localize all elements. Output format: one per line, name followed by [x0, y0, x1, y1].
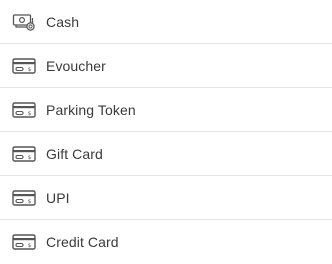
- card-icon: $: [12, 100, 36, 120]
- payment-method-list: Cash $ Evoucher $ Parking Token $ Gift C…: [0, 0, 332, 264]
- payment-method-label: Cash: [46, 13, 80, 30]
- payment-method-credit-card[interactable]: $ Credit Card: [0, 220, 332, 264]
- card-icon: $: [12, 232, 36, 252]
- card-icon: $: [12, 56, 36, 76]
- cash-icon: [12, 12, 36, 32]
- payment-method-label: Evoucher: [46, 57, 106, 74]
- svg-text:$: $: [28, 243, 32, 249]
- svg-text:$: $: [28, 67, 32, 73]
- svg-text:$: $: [28, 111, 32, 117]
- payment-method-label: Gift Card: [46, 145, 103, 162]
- payment-method-cash[interactable]: Cash: [0, 0, 332, 44]
- payment-method-parking-token[interactable]: $ Parking Token: [0, 88, 332, 132]
- payment-method-label: Parking Token: [46, 101, 136, 118]
- svg-text:$: $: [28, 199, 32, 205]
- payment-method-label: UPI: [46, 189, 70, 206]
- payment-method-label: Credit Card: [46, 234, 119, 250]
- payment-method-evoucher[interactable]: $ Evoucher: [0, 44, 332, 88]
- card-icon: $: [12, 188, 36, 208]
- payment-method-gift-card[interactable]: $ Gift Card: [0, 132, 332, 176]
- payment-method-upi[interactable]: $ UPI: [0, 176, 332, 220]
- svg-text:$: $: [28, 155, 32, 161]
- card-icon: $: [12, 144, 36, 164]
